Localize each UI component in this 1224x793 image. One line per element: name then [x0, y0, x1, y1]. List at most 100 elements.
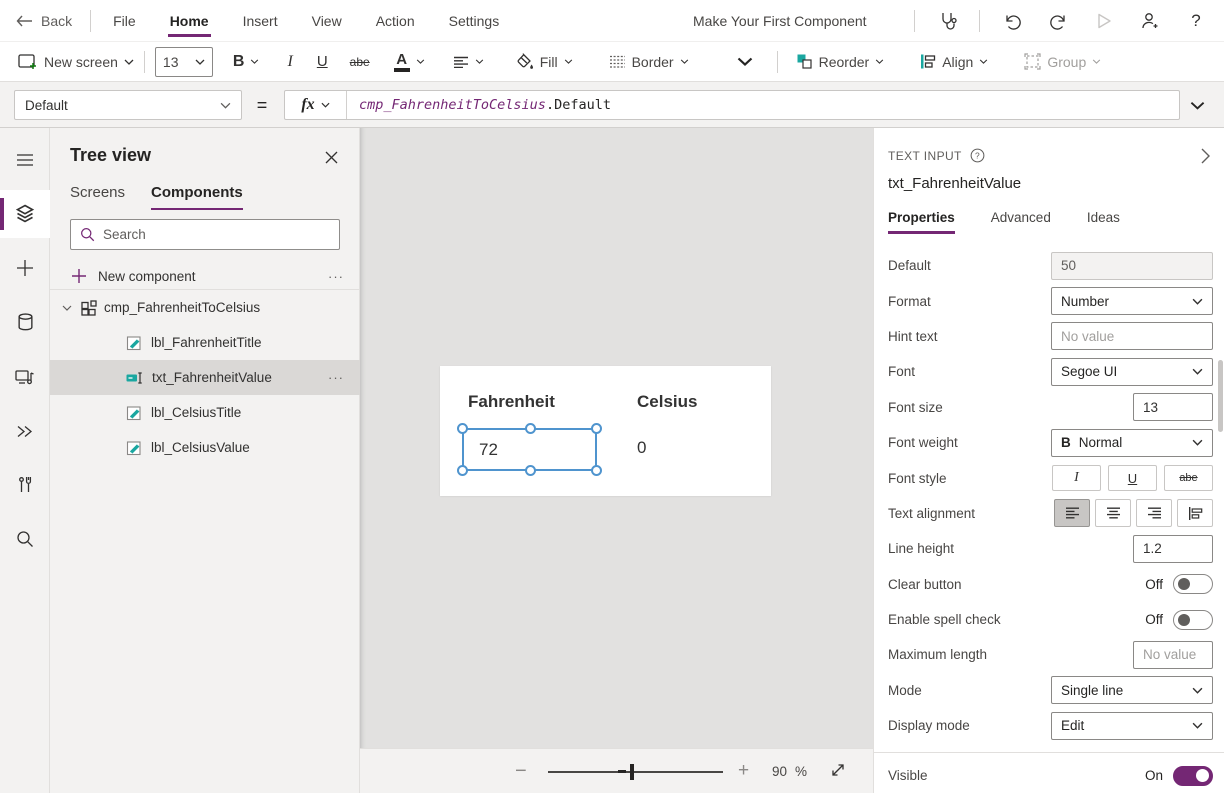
- fill-button[interactable]: Fill: [506, 46, 583, 78]
- more-actions-icon[interactable]: ···: [328, 370, 344, 385]
- rail-tree-view-icon[interactable]: [0, 190, 50, 238]
- hint-text-input[interactable]: [1051, 322, 1213, 350]
- spell-check-toggle[interactable]: [1173, 610, 1213, 630]
- help-icon[interactable]: ?: [1182, 7, 1210, 35]
- clear-button-toggle[interactable]: [1173, 574, 1213, 594]
- tree-item-lbl-fahrenheit-title[interactable]: lbl_FahrenheitTitle: [50, 325, 360, 360]
- fahrenheit-input-value: 72: [479, 440, 498, 460]
- line-height-input[interactable]: [1133, 535, 1213, 563]
- max-length-input[interactable]: [1133, 641, 1213, 669]
- rail-advanced-tools-icon[interactable]: [0, 461, 50, 509]
- share-person-icon[interactable]: [1136, 7, 1164, 35]
- menu-settings[interactable]: Settings: [449, 0, 500, 42]
- tree-view-close-icon[interactable]: [319, 145, 343, 169]
- display-mode-select[interactable]: Edit: [1051, 712, 1213, 740]
- rail-insert-icon[interactable]: [0, 244, 50, 292]
- formula-bar-expand-icon[interactable]: [1182, 90, 1212, 120]
- italic-button[interactable]: I: [277, 46, 302, 78]
- zoom-slider-handle[interactable]: [630, 764, 634, 780]
- fx-button[interactable]: fx: [285, 91, 347, 119]
- tab-components[interactable]: Components: [151, 184, 243, 210]
- align-justify-button[interactable]: [1177, 499, 1213, 527]
- rail-power-automate-icon[interactable]: [0, 407, 50, 455]
- resize-handle-bottom-left[interactable]: [457, 465, 468, 476]
- resize-handle-bottom-center[interactable]: [525, 465, 536, 476]
- font-color-button[interactable]: A: [384, 46, 435, 78]
- design-canvas[interactable]: Fahrenheit Celsius 72 0: [360, 128, 873, 748]
- fullscreen-expand-icon[interactable]: [830, 762, 846, 778]
- align-right-button[interactable]: [1136, 499, 1172, 527]
- zoom-out-icon[interactable]: −: [515, 760, 527, 783]
- app-checker-icon[interactable]: [933, 7, 961, 35]
- menu-home[interactable]: Home: [170, 0, 209, 42]
- strikethrough-button[interactable]: abe: [340, 46, 380, 78]
- strikethrough-toggle-button[interactable]: abe: [1164, 465, 1213, 491]
- panel-collapse-chevron-icon[interactable]: [1201, 148, 1210, 164]
- underline-toggle-button[interactable]: U: [1108, 465, 1157, 491]
- back-button[interactable]: Back: [0, 13, 90, 29]
- menu-view[interactable]: View: [312, 0, 342, 42]
- chevron-down-icon: [220, 102, 231, 109]
- fahrenheit-title-label[interactable]: Fahrenheit: [468, 392, 555, 412]
- menu-insert[interactable]: Insert: [243, 0, 278, 42]
- tab-properties[interactable]: Properties: [888, 210, 955, 234]
- search-input[interactable]: [103, 227, 330, 242]
- component-canvas-card[interactable]: Fahrenheit Celsius 72 0: [440, 366, 771, 496]
- properties-scrollbar[interactable]: [1218, 360, 1223, 432]
- rail-hamburger-icon[interactable]: [0, 136, 50, 184]
- align-button[interactable]: Align: [910, 46, 998, 78]
- tree-item-component-root[interactable]: cmp_FahrenheitToCelsius: [50, 290, 360, 325]
- resize-handle-bottom-right[interactable]: [591, 465, 602, 476]
- group-button[interactable]: Group: [1014, 46, 1111, 78]
- formula-bar: Default = fx cmp_FahrenheitToCelsius.Def…: [0, 82, 1224, 128]
- tab-screens[interactable]: Screens: [70, 184, 125, 210]
- rail-media-icon[interactable]: [0, 353, 50, 401]
- tree-item-lbl-celsius-value[interactable]: lbl_CelsiusValue: [50, 430, 360, 465]
- font-weight-select[interactable]: BNormal: [1051, 429, 1213, 457]
- tab-ideas[interactable]: Ideas: [1087, 210, 1120, 234]
- visible-toggle[interactable]: [1173, 766, 1213, 786]
- new-component-button[interactable]: New component ···: [50, 259, 360, 293]
- align-center-button[interactable]: [1095, 499, 1131, 527]
- celsius-value-label[interactable]: 0: [637, 438, 646, 458]
- help-circle-icon[interactable]: ?: [970, 148, 985, 163]
- reorder-button[interactable]: Reorder: [786, 46, 895, 78]
- new-screen-button[interactable]: New screen: [8, 46, 144, 78]
- text-align-button[interactable]: [443, 46, 494, 78]
- italic-toggle-button[interactable]: I: [1052, 465, 1101, 491]
- font-size-select[interactable]: 13: [155, 47, 213, 77]
- undo-icon[interactable]: [998, 7, 1026, 35]
- align-left-button[interactable]: [1054, 499, 1090, 527]
- tab-advanced[interactable]: Advanced: [991, 210, 1051, 234]
- redo-icon[interactable]: [1044, 7, 1072, 35]
- fahrenheit-text-input[interactable]: 72: [462, 428, 597, 471]
- tree-item-txt-fahrenheit-value[interactable]: txt_FahrenheitValue ···: [50, 360, 360, 395]
- mode-select[interactable]: Single line: [1051, 676, 1213, 704]
- more-actions-icon[interactable]: ···: [328, 269, 344, 284]
- formula-suffix: .Default: [546, 97, 611, 113]
- formula-input[interactable]: cmp_FahrenheitToCelsius.Default: [347, 91, 1179, 119]
- underline-button[interactable]: U: [307, 46, 338, 78]
- bold-button[interactable]: B: [223, 46, 270, 78]
- property-selector[interactable]: Default: [14, 90, 242, 120]
- resize-handle-top-right[interactable]: [591, 423, 602, 434]
- preview-play-icon[interactable]: [1090, 7, 1118, 35]
- format-select[interactable]: Number: [1051, 287, 1213, 315]
- resize-handle-top-left[interactable]: [457, 423, 468, 434]
- chevron-down-icon: [195, 59, 205, 65]
- rail-search-icon[interactable]: [0, 515, 50, 563]
- celsius-title-label[interactable]: Celsius: [637, 392, 697, 412]
- default-value-input[interactable]: [1051, 252, 1213, 280]
- menu-file[interactable]: File: [113, 0, 136, 42]
- zoom-in-icon[interactable]: +: [738, 760, 749, 782]
- chevron-down-icon: [1192, 368, 1203, 375]
- tree-item-lbl-celsius-title[interactable]: lbl_CelsiusTitle: [50, 395, 360, 430]
- font-size-input[interactable]: [1133, 393, 1213, 421]
- font-select[interactable]: Segoe UI: [1051, 358, 1213, 386]
- resize-handle-top-center[interactable]: [525, 423, 536, 434]
- zoom-slider[interactable]: [548, 771, 723, 773]
- more-formatting-button[interactable]: [727, 46, 763, 78]
- menu-action[interactable]: Action: [376, 0, 415, 42]
- border-button[interactable]: Border: [599, 46, 699, 78]
- rail-data-icon[interactable]: [0, 298, 50, 346]
